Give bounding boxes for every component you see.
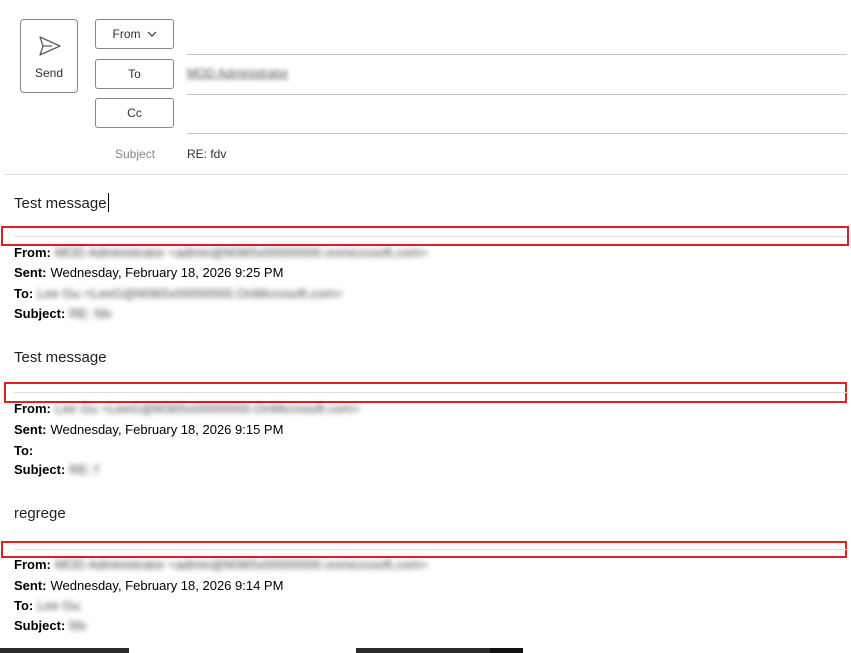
quote-sent-label: Sent:	[14, 265, 47, 280]
quote-subject: Subject: RE: f	[14, 462, 98, 477]
to-button-label: To	[128, 67, 141, 81]
message-body[interactable]: Test message	[14, 193, 109, 212]
quote-to-label: To:	[14, 286, 34, 301]
quote-from: From: Lee Gu <LeeG@M365x00000000.OnMicros…	[14, 401, 360, 416]
bottom-bar-segment	[490, 648, 523, 653]
quote-subject-value: fdv	[69, 618, 87, 633]
quote-sent-label: Sent:	[14, 422, 47, 437]
quoted-message: regrege	[14, 505, 66, 522]
quote-sent: Sent: Wednesday, February 18, 2026 9:14 P…	[14, 578, 283, 593]
quote-sent-label: Sent:	[14, 578, 47, 593]
quote-sent-value: Wednesday, February 18, 2026 9:14 PM	[50, 578, 284, 593]
quote-sent-value: Wednesday, February 18, 2026 9:25 PM	[50, 265, 284, 280]
quote-to-value: Lee Gu <LeeG@M365x00000000.OnMicrosoft.c…	[37, 286, 343, 301]
send-button-label: Send	[34, 66, 64, 80]
quote-subject-label: Subject:	[14, 618, 66, 633]
quote-to: To: Lee Gu	[14, 598, 80, 613]
to-recipient[interactable]: MOD Administrator	[187, 66, 288, 80]
quote-from-label: From:	[14, 557, 51, 572]
quote-from-value: MOD Administrator <admin@M365x00000000.o…	[54, 557, 428, 572]
cc-field-underline	[187, 133, 847, 134]
quote-subject: Subject: RE: fdv	[14, 306, 112, 321]
subject-field[interactable]: RE: fdv	[187, 147, 226, 161]
quote-from: From: MOD Administrator <admin@M365x00000…	[14, 245, 428, 260]
from-field[interactable]	[187, 20, 841, 50]
quote-sent: Sent: Wednesday, February 18, 2026 9:25 P…	[14, 265, 283, 280]
from-button-label: From	[112, 27, 141, 41]
to-button[interactable]: To	[95, 59, 174, 89]
quote-from-value: MOD Administrator <admin@M365x00000000.o…	[54, 245, 428, 260]
quote-sent-value: Wednesday, February 18, 2026 9:15 PM	[50, 422, 284, 437]
from-button[interactable]: From	[95, 19, 174, 49]
subject-label: Subject	[115, 147, 156, 161]
from-field-underline	[187, 54, 847, 55]
compose-window: Send From To Cc MOD Administrator Subjec…	[0, 0, 851, 653]
quote-to-label: To:	[14, 598, 34, 613]
quote-separator	[14, 236, 847, 237]
message-body-text: Test message	[14, 195, 107, 212]
quote-to-value: Lee Gu	[37, 598, 80, 613]
cc-button[interactable]: Cc	[95, 98, 174, 128]
header-divider	[4, 174, 847, 175]
quote-from: From: MOD Administrator <admin@M365x00000…	[14, 557, 428, 572]
chevron-down-icon	[147, 31, 156, 37]
quote-subject: Subject: fdv	[14, 618, 87, 633]
to-field-underline	[187, 94, 847, 95]
quote-subject-label: Subject:	[14, 306, 66, 321]
bottom-bar-segment	[0, 648, 129, 653]
quote-subject-value: RE: fdv	[69, 306, 112, 321]
quote-subject-label: Subject:	[14, 462, 66, 477]
text-caret	[107, 193, 109, 212]
quote-from-label: From:	[14, 245, 51, 260]
quote-to-label: To:	[14, 443, 34, 458]
quoted-message: Test message	[14, 349, 107, 366]
send-button[interactable]: Send	[20, 19, 78, 93]
quote-subject-value: RE: f	[69, 462, 99, 477]
quote-from-label: From:	[14, 401, 51, 416]
quote-to: To: Lee Gu <LeeG@M365x00000000.OnMicrosof…	[14, 286, 342, 301]
cc-field[interactable]	[187, 100, 841, 128]
send-icon	[39, 36, 61, 56]
quote-separator	[14, 549, 847, 550]
quote-sent: Sent: Wednesday, February 18, 2026 9:15 P…	[14, 422, 283, 437]
quote-from-value: Lee Gu <LeeG@M365x00000000.OnMicrosoft.c…	[54, 401, 360, 416]
quote-to: To:	[14, 443, 37, 458]
quote-separator	[14, 392, 847, 393]
cc-button-label: Cc	[127, 106, 142, 120]
